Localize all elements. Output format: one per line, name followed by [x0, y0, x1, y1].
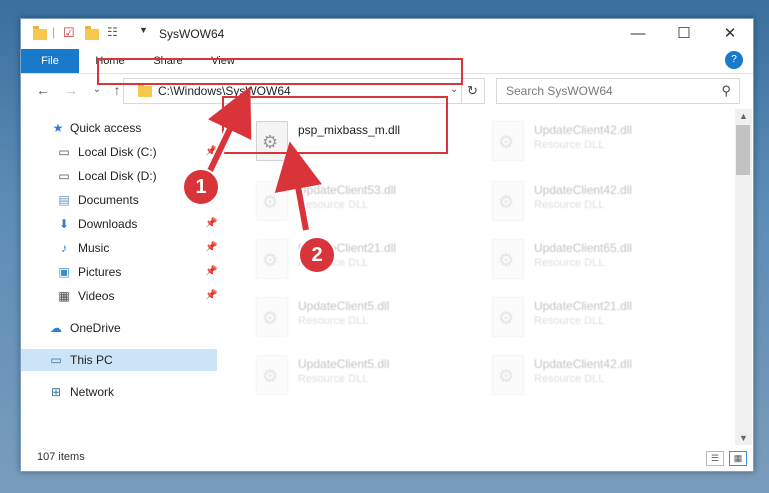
callout-arrows [203, 86, 322, 235]
step-1-callout: 1 [182, 168, 220, 206]
arrow-1 [205, 86, 252, 177]
step-2-callout: 2 [298, 236, 336, 274]
